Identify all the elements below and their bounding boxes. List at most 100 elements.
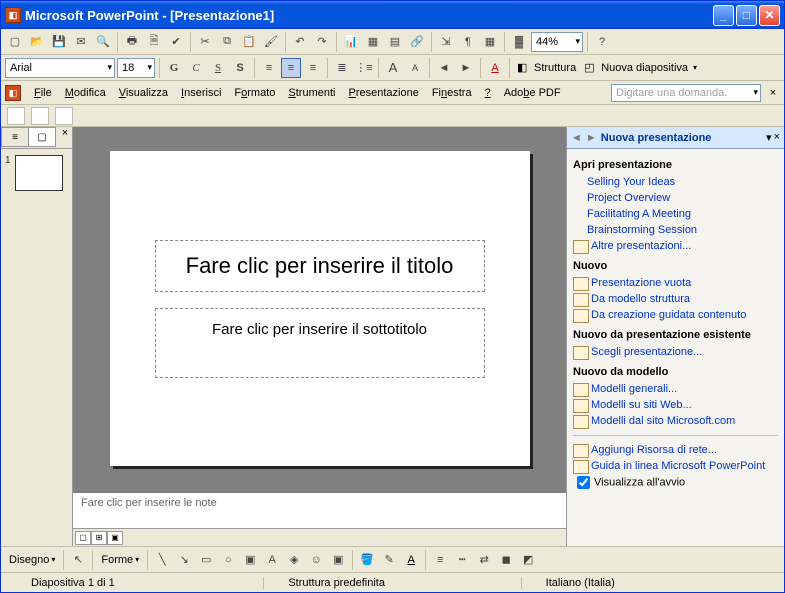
numbering-icon[interactable]: ≣ <box>332 58 352 78</box>
wordart-icon[interactable]: A <box>262 550 282 570</box>
new-icon[interactable]: ▢ <box>5 32 25 52</box>
align-right-icon[interactable]: ≡ <box>303 58 323 78</box>
bullets-icon[interactable]: ⋮≡ <box>354 58 374 78</box>
menu-modifica[interactable]: Modifica <box>59 85 112 101</box>
minimize-button[interactable]: _ <box>713 5 734 26</box>
shapes-menu[interactable]: Forme▾ <box>97 554 143 566</box>
pdf-btn-1[interactable] <box>7 107 25 125</box>
taskpane-dropdown[interactable]: ▾ <box>766 131 772 144</box>
title-placeholder[interactable]: Fare clic per inserire il titolo <box>155 240 485 292</box>
slideshow-view-button[interactable]: ▣ <box>107 531 123 545</box>
picture-icon[interactable]: ▣ <box>328 550 348 570</box>
close-button[interactable]: ✕ <box>759 5 780 26</box>
chart-icon[interactable]: 📊 <box>341 32 361 52</box>
new-blank-link[interactable]: Presentazione vuota <box>573 275 778 291</box>
redo-icon[interactable]: ↷ <box>312 32 332 52</box>
menu-visualizza[interactable]: Visualizza <box>113 85 174 101</box>
open-icon[interactable]: 📂 <box>27 32 47 52</box>
menu-inserisci[interactable]: Inserisci <box>175 85 227 101</box>
show-formatting-icon[interactable]: ¶ <box>458 32 478 52</box>
from-template-link[interactable]: Da modello struttura <box>573 291 778 307</box>
document-close-button[interactable]: × <box>766 86 780 100</box>
line-color-icon[interactable]: ✎ <box>379 550 399 570</box>
cut-icon[interactable]: ✂ <box>195 32 215 52</box>
pdf-btn-3[interactable] <box>55 107 73 125</box>
shadow-style-icon[interactable]: ◼ <box>496 550 516 570</box>
align-center-icon[interactable]: ≡ <box>281 58 301 78</box>
preview-icon[interactable]: 🗎 <box>144 32 164 52</box>
grid-icon[interactable]: ▦ <box>480 32 500 52</box>
new-slide-button[interactable]: ◰Nuova diapositiva▾ <box>581 61 700 75</box>
line-style-icon[interactable]: ≡ <box>430 550 450 570</box>
undo-icon[interactable]: ↶ <box>290 32 310 52</box>
menu-adobe[interactable]: Adobe PDF <box>498 85 567 101</box>
recent-link[interactable]: Brainstorming Session <box>573 222 778 238</box>
menu-help[interactable]: ? <box>479 85 497 101</box>
add-network-link[interactable]: Aggiungi Risorsa di rete... <box>573 442 778 458</box>
web-templates-link[interactable]: Modelli su siti Web... <box>573 397 778 413</box>
zoom-combo[interactable]: 44% <box>531 32 583 52</box>
arrow-style-icon[interactable]: ⇄ <box>474 550 494 570</box>
subtitle-placeholder[interactable]: Fare clic per inserire il sottotitolo <box>155 308 485 378</box>
demote-icon[interactable]: ► <box>456 58 476 78</box>
forward-icon[interactable]: ► <box>586 132 595 144</box>
paste-icon[interactable]: 📋 <box>239 32 259 52</box>
ms-templates-link[interactable]: Modelli dal sito Microsoft.com <box>573 413 778 429</box>
clipart-icon[interactable]: ☺ <box>306 550 326 570</box>
fill-color-icon[interactable]: 🪣 <box>357 550 377 570</box>
promote-icon[interactable]: ◄ <box>434 58 454 78</box>
tables-borders-icon[interactable]: ▤ <box>385 32 405 52</box>
format-painter-icon[interactable]: 🖌 <box>261 32 281 52</box>
font-color-draw-icon[interactable]: A <box>401 550 421 570</box>
outline-tab[interactable]: ≡ <box>1 127 29 147</box>
save-icon[interactable]: 💾 <box>49 32 69 52</box>
oval-icon[interactable]: ○ <box>218 550 238 570</box>
help-search-box[interactable]: Digitare una domanda. <box>611 84 761 102</box>
pdf-btn-2[interactable] <box>31 107 49 125</box>
italic-icon[interactable]: C <box>186 58 206 78</box>
maximize-button[interactable]: □ <box>736 5 757 26</box>
design-button[interactable]: ◧Struttura <box>514 61 579 75</box>
font-name-combo[interactable]: Arial <box>5 58 115 78</box>
table-icon[interactable]: ▦ <box>363 32 383 52</box>
draw-menu[interactable]: Disegno▾ <box>5 554 59 566</box>
color-icon[interactable]: ▓ <box>509 32 529 52</box>
font-size-combo[interactable]: 18 <box>117 58 155 78</box>
menu-strumenti[interactable]: Strumenti <box>282 85 341 101</box>
mail-icon[interactable]: ✉ <box>71 32 91 52</box>
3d-style-icon[interactable]: ◩ <box>518 550 538 570</box>
from-wizard-link[interactable]: Da creazione guidata contenuto <box>573 307 778 323</box>
choose-presentation-link[interactable]: Scegli presentazione... <box>573 344 778 360</box>
more-presentations-link[interactable]: Altre presentazioni... <box>573 238 778 254</box>
online-help-link[interactable]: Guida in linea Microsoft PowerPoint <box>573 458 778 474</box>
menu-file[interactable]: File <box>28 85 58 101</box>
print-icon[interactable]: 🖶 <box>122 32 142 52</box>
underline-icon[interactable]: S <box>208 58 228 78</box>
sorter-view-button[interactable]: ⊞ <box>91 531 107 545</box>
bold-icon[interactable]: G <box>164 58 184 78</box>
recent-link[interactable]: Selling Your Ideas <box>573 174 778 190</box>
search-icon[interactable]: 🔍 <box>93 32 113 52</box>
panel-close[interactable]: × <box>58 127 72 148</box>
decrease-font-icon[interactable]: A <box>405 58 425 78</box>
menu-presentazione[interactable]: Presentazione <box>342 85 424 101</box>
recent-link[interactable]: Project Overview <box>573 190 778 206</box>
textbox-icon[interactable]: ▣ <box>240 550 260 570</box>
normal-view-button[interactable]: ▢ <box>75 531 91 545</box>
general-templates-link[interactable]: Modelli generali... <box>573 381 778 397</box>
align-left-icon[interactable]: ≡ <box>259 58 279 78</box>
increase-font-icon[interactable]: A <box>383 58 403 78</box>
spell-icon[interactable]: ✔ <box>166 32 186 52</box>
menu-finestra[interactable]: Finestra <box>426 85 478 101</box>
dash-style-icon[interactable]: ┅ <box>452 550 472 570</box>
notes-pane[interactable]: Fare clic per inserire le note <box>73 490 566 528</box>
font-color-icon[interactable]: A <box>485 58 505 78</box>
taskpane-close[interactable]: × <box>774 131 780 144</box>
expand-icon[interactable]: ⇲ <box>436 32 456 52</box>
rectangle-icon[interactable]: ▭ <box>196 550 216 570</box>
doc-icon[interactable]: ◧ <box>5 85 21 101</box>
line-icon[interactable]: ╲ <box>152 550 172 570</box>
arrow-icon[interactable]: ↘ <box>174 550 194 570</box>
slide-canvas[interactable]: Fare clic per inserire il titolo Fare cl… <box>110 151 530 466</box>
copy-icon[interactable]: ⧉ <box>217 32 237 52</box>
